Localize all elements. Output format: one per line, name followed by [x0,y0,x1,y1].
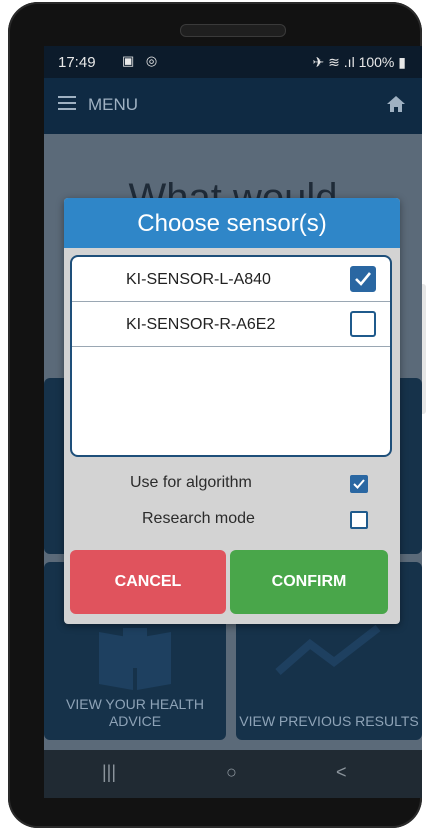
app-bar: MENU [44,78,422,134]
signal-icon: ✈ ≋ .ıl [312,54,355,70]
book-icon [99,628,171,690]
trend-chart-icon [275,624,381,676]
battery-level: 100% [358,54,395,70]
home-button[interactable]: ○ [226,762,237,783]
research-mode-label: Research mode [142,510,255,527]
sensor-checkbox-checked[interactable] [350,266,376,292]
use-for-algorithm-checkbox[interactable] [350,475,368,493]
sensor-checkbox-unchecked[interactable] [350,311,376,337]
checkmark-icon [355,272,372,286]
sensor-row[interactable]: KI-SENSOR-R-A6E2 [72,302,390,347]
phone-frame: 17:49 ▣ ◎ ✈ ≋ .ıl 100% ▮ MENU What would [8,2,426,828]
sensor-name: KI-SENSOR-R-A6E2 [126,316,276,333]
sensor-name: KI-SENSOR-L-A840 [126,271,271,288]
home-icon[interactable] [386,94,406,114]
hamburger-menu-icon[interactable] [58,96,76,110]
checkmark-icon [353,479,365,489]
research-mode-checkbox[interactable] [350,511,368,529]
battery-icon: ▮ [398,54,406,70]
status-bar: 17:49 ▣ ◎ ✈ ≋ .ıl 100% ▮ [44,46,422,78]
sensor-list: KI-SENSOR-L-A840 KI-SENSOR-R-A6E2 [70,255,392,457]
back-button[interactable]: < [336,762,347,783]
sensor-row[interactable]: KI-SENSOR-L-A840 [72,257,390,302]
research-mode-option[interactable]: Research mode [64,504,400,534]
notification-icons: ▣ ◎ [122,53,162,68]
view-health-advice-label: VIEW YOUR HEALTH ADVICE [66,696,204,729]
status-time: 17:49 [58,54,96,71]
status-right: ✈ ≋ .ıl 100% ▮ [313,54,406,71]
menu-label[interactable]: MENU [88,95,138,115]
view-previous-results-label: VIEW PREVIOUS RESULTS [239,713,419,729]
use-for-algorithm-option[interactable]: Use for algorithm [64,468,400,498]
choose-sensor-dialog: Choose sensor(s) KI-SENSOR-L-A840 KI-SEN… [64,198,400,624]
android-nav-bar: ||| ○ < [44,750,422,798]
use-for-algorithm-label: Use for algorithm [130,474,252,491]
confirm-button[interactable]: CONFIRM [230,550,388,614]
dialog-title: Choose sensor(s) [64,198,400,248]
cancel-button[interactable]: CANCEL [70,550,226,614]
recents-button[interactable]: ||| [102,762,116,783]
speaker-grille [180,24,286,37]
phone-screen: 17:49 ▣ ◎ ✈ ≋ .ıl 100% ▮ MENU What would [44,46,422,798]
